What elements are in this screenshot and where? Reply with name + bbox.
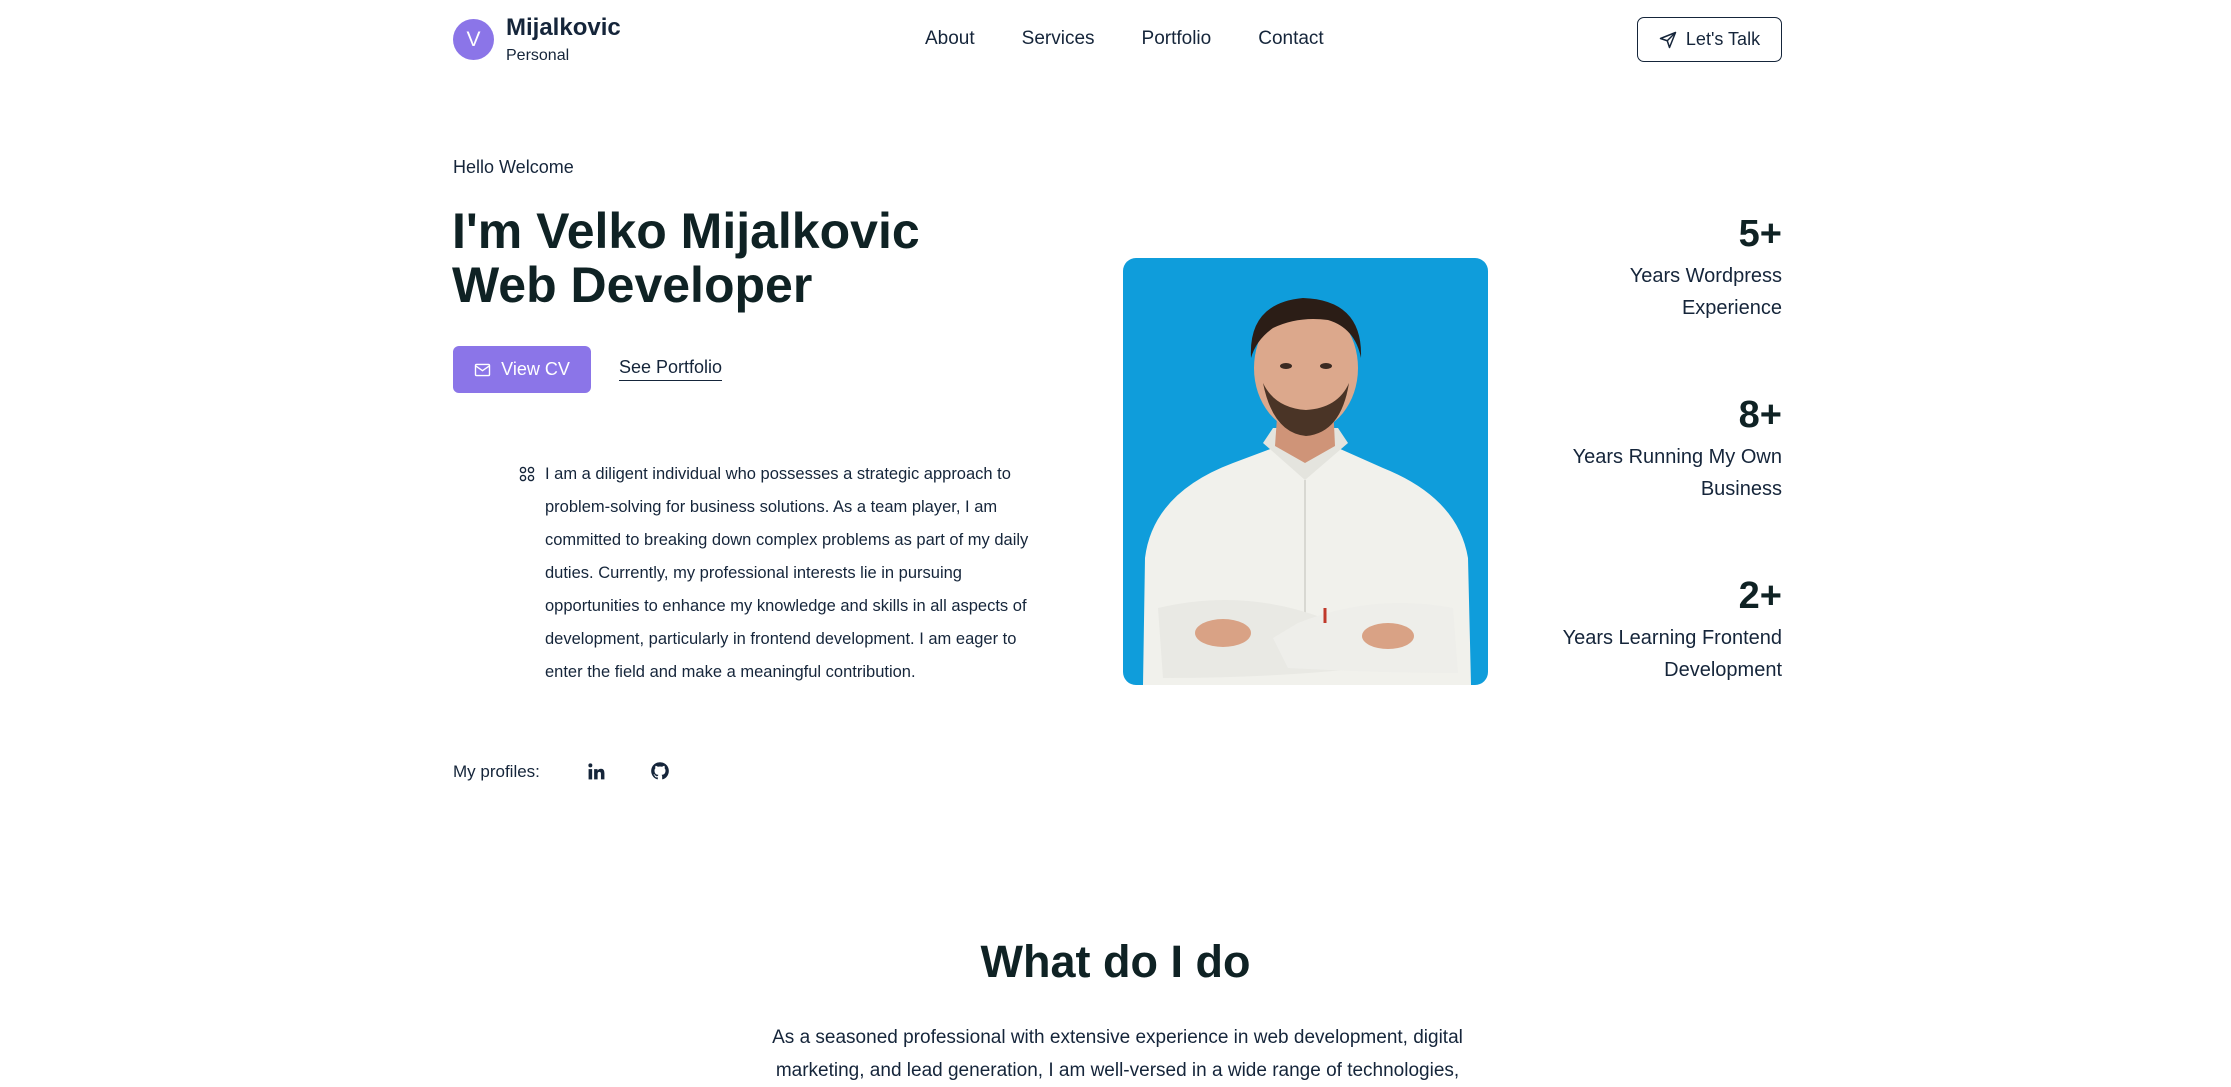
brand-subtitle: Personal: [506, 47, 570, 64]
stat-label: Years Learning Frontend Development: [1563, 622, 1782, 686]
lets-talk-label: Let's Talk: [1685, 29, 1761, 49]
github-link[interactable]: [649, 760, 671, 782]
hero-title: I'm Velko Mijalkovic Web Developer: [452, 204, 920, 312]
github-icon: [651, 762, 669, 780]
bio-text: I am a diligent individual who possesses…: [545, 465, 1029, 681]
view-cv-label: View CV: [501, 359, 570, 379]
grid-icon: [519, 466, 535, 482]
profile-photo: [1123, 258, 1488, 685]
stat-wordpress: 5+ Years Wordpress Experience: [1630, 212, 1782, 324]
nav-services[interactable]: Services: [1022, 28, 1095, 50]
services-intro: As a seasoned professional with extensiv…: [772, 1027, 1463, 1081]
stat-label-line2: Development: [1664, 659, 1782, 681]
stat-value: 2+: [1738, 575, 1782, 617]
brand-name[interactable]: Mijalkovic: [506, 14, 621, 42]
stat-frontend: 2+ Years Learning Frontend Development: [1563, 574, 1782, 686]
services-title: What do I do: [980, 936, 1251, 987]
logo-avatar[interactable]: V: [453, 19, 494, 60]
stat-label-line2: Experience: [1681, 297, 1782, 319]
stat-value: 5+: [1738, 213, 1782, 255]
stat-value: 8+: [1738, 394, 1782, 436]
send-icon: [1659, 31, 1677, 48]
stat-business: 8+ Years Running My Own Business: [1573, 393, 1782, 505]
stat-label: Years Running My Own Business: [1573, 441, 1782, 505]
profiles-label: My profiles:: [453, 762, 540, 781]
nav-contact[interactable]: Contact: [1258, 28, 1323, 50]
main-nav: About Services Portfolio Contact: [925, 28, 1371, 50]
stat-label-line1: Years Running My Own: [1572, 446, 1782, 468]
stat-label-line2: Business: [1700, 478, 1782, 500]
view-cv-button[interactable]: View CV: [453, 346, 591, 393]
lets-talk-button[interactable]: Let's Talk: [1637, 17, 1782, 62]
nav-portfolio[interactable]: Portfolio: [1142, 28, 1212, 50]
hero-title-line2: Web Developer: [452, 257, 813, 313]
hero-title-line1: I'm Velko Mijalkovic: [452, 203, 920, 259]
stat-label: Years Wordpress Experience: [1630, 260, 1782, 324]
mail-icon: [474, 363, 491, 376]
greeting: Hello Welcome: [453, 157, 574, 177]
linkedin-icon: [587, 762, 604, 779]
stat-label-line1: Years Learning Frontend: [1562, 627, 1782, 649]
nav-about[interactable]: About: [925, 28, 975, 50]
linkedin-link[interactable]: [585, 760, 607, 782]
see-portfolio-link[interactable]: See Portfolio: [619, 357, 723, 381]
stat-label-line1: Years Wordpress: [1629, 265, 1782, 287]
